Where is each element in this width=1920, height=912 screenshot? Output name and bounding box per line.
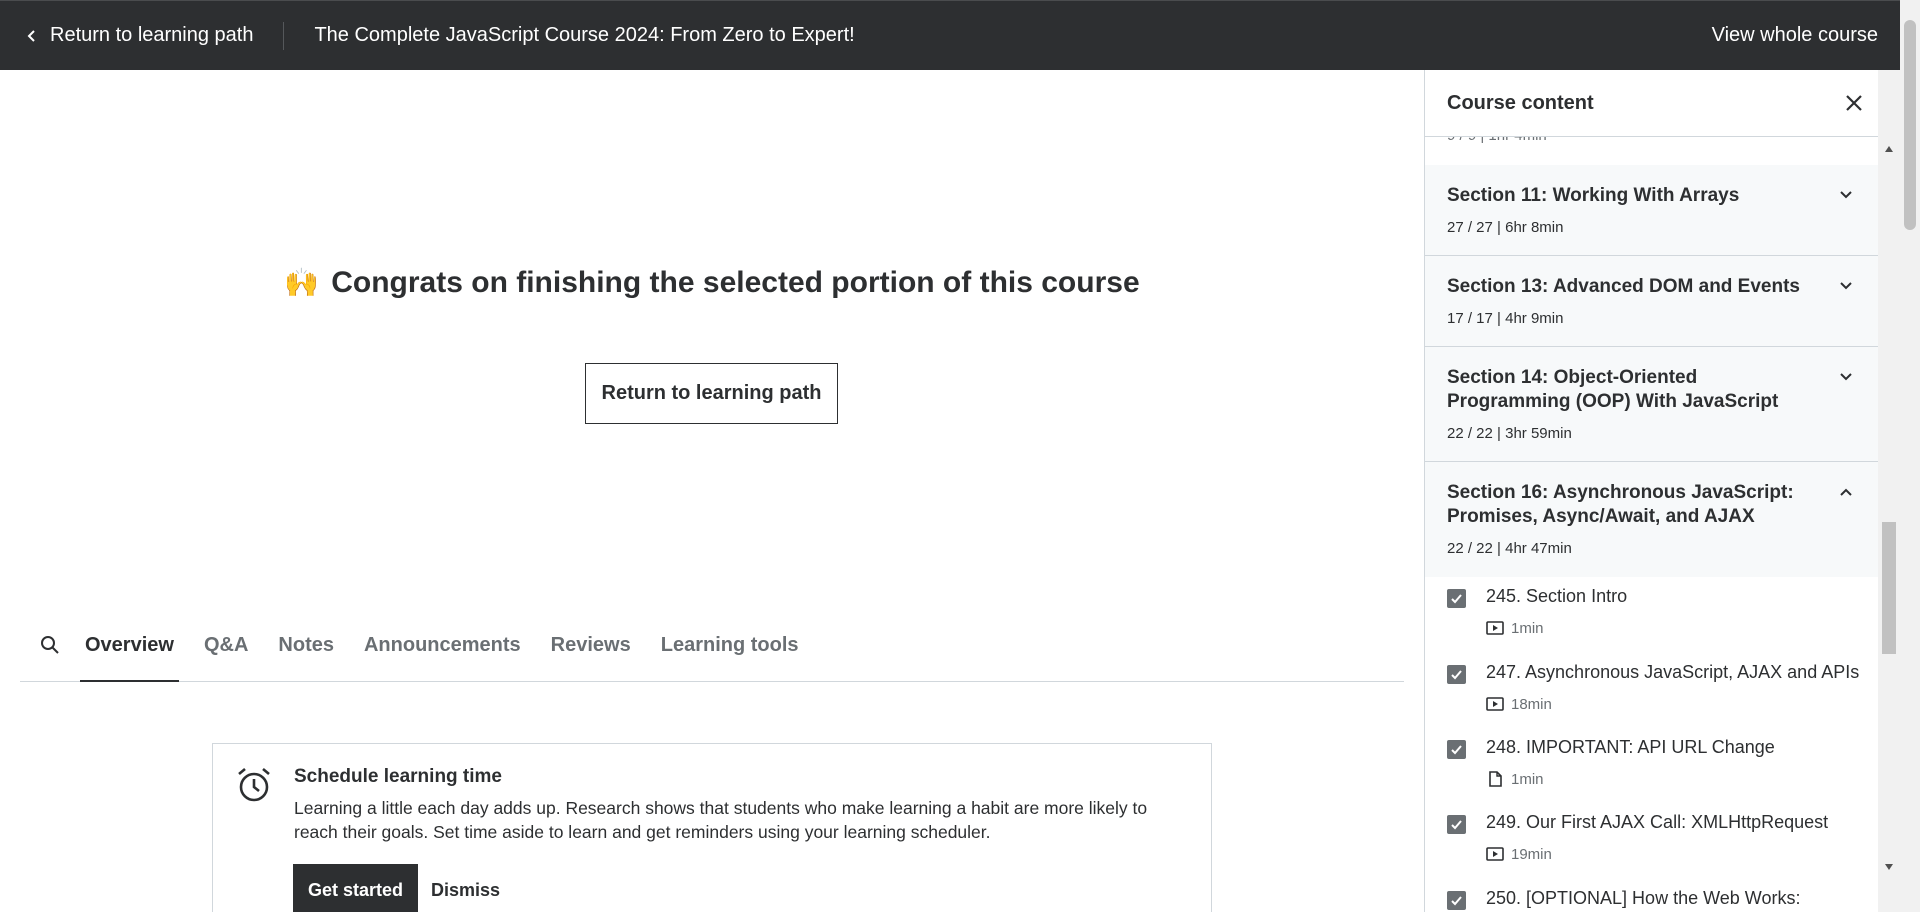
search-icon [41, 636, 59, 654]
sidebar-scroll-thumb[interactable] [1882, 522, 1896, 654]
lecture-title: 248. IMPORTANT: API URL Change [1486, 737, 1775, 757]
lecture-title: 250. [OPTIONAL] How the Web Works: [1486, 888, 1801, 908]
section-meta: 27 / 27 | 6hr 8min [1447, 219, 1564, 236]
return-to-learning-path-button[interactable]: Return to learning path [585, 363, 838, 424]
get-started-button[interactable]: Get started [293, 864, 418, 912]
scroll-down-arrow-icon[interactable] [1885, 864, 1893, 870]
video-icon [1486, 697, 1504, 711]
check-icon [1451, 896, 1462, 906]
tab-reviews[interactable]: Reviews [546, 609, 636, 681]
tab-overview[interactable]: Overview [80, 609, 179, 682]
lecture-item[interactable]: 245. Section Intro 1min [1425, 577, 1878, 653]
sidebar-title: Course content [1447, 92, 1594, 114]
view-whole-course-link[interactable]: View whole course [1712, 24, 1878, 47]
section-13[interactable]: Section 13: Advanced DOM and Events 17 /… [1425, 256, 1878, 347]
dismiss-button[interactable]: Dismiss [431, 864, 500, 912]
main-content: 🙌 Congrats on finishing the selected port… [0, 70, 1424, 912]
tab-announcements[interactable]: Announcements [359, 609, 526, 681]
tab-search[interactable] [20, 609, 80, 681]
course-tabs: Overview Q&A Notes Announcements Reviews… [20, 610, 1404, 682]
chevron-down-icon [1840, 373, 1852, 381]
page-scroll-thumb[interactable] [1904, 20, 1916, 230]
chevron-up-icon [1840, 488, 1852, 496]
sidebar-header: Course content [1425, 70, 1878, 137]
raising-hands-icon: 🙌 [284, 267, 320, 298]
schedule-title: Schedule learning time [294, 766, 502, 787]
lecture-checkbox[interactable] [1447, 815, 1466, 834]
return-to-learning-path-link[interactable]: Return to learning path [0, 1, 283, 70]
section-title: Section 16: Asynchronous JavaScript: Pro… [1447, 482, 1794, 527]
header-divider [283, 21, 285, 50]
tab-learning-tools[interactable]: Learning tools [656, 609, 804, 681]
lecture-checkbox[interactable] [1447, 589, 1466, 608]
lecture-item[interactable]: 247. Asynchronous JavaScript, AJAX and A… [1425, 653, 1878, 729]
tab-qa[interactable]: Q&A [199, 609, 253, 681]
page-scrollbar[interactable] [1900, 0, 1920, 912]
section-title: Section 11: Working With Arrays [1447, 185, 1740, 206]
schedule-learning-card: Schedule learning time Learning a little… [212, 743, 1212, 912]
lecture-item[interactable]: 248. IMPORTANT: API URL Change 1min [1425, 728, 1878, 804]
lecture-item[interactable]: 250. [OPTIONAL] How the Web Works: [1425, 879, 1878, 912]
document-icon [1489, 771, 1502, 787]
section-11[interactable]: Section 11: Working With Arrays 27 / 27 … [1425, 165, 1878, 256]
section-title: Section 14: Object-Oriented Programming … [1447, 367, 1779, 412]
section-meta: 22 / 22 | 4hr 47min [1447, 540, 1572, 557]
scroll-up-arrow-icon[interactable] [1885, 146, 1893, 152]
lecture-duration: 1min [1511, 771, 1544, 788]
lecture-title: 245. Section Intro [1486, 586, 1628, 606]
alarm-clock-icon [238, 768, 270, 802]
section-16[interactable]: Section 16: Asynchronous JavaScript: Pro… [1425, 462, 1878, 577]
section-title: Section 13: Advanced DOM and Events [1447, 276, 1800, 297]
chevron-down-icon [1840, 191, 1852, 199]
chevron-left-icon [27, 29, 35, 42]
lecture-checkbox[interactable] [1447, 740, 1466, 759]
lecture-duration: 1min [1511, 620, 1544, 637]
chevron-down-icon [1840, 282, 1852, 290]
section-meta: 17 / 17 | 4hr 9min [1447, 310, 1564, 327]
lecture-title: 247. Asynchronous JavaScript, AJAX and A… [1486, 662, 1860, 682]
lecture-duration: 19min [1511, 846, 1552, 863]
course-content-sidebar: 9 / 9 | 1hr 4min Course content Section … [1424, 70, 1878, 912]
check-icon [1451, 670, 1462, 680]
lecture-title: 249. Our First AJAX Call: XMLHttpRequest [1486, 812, 1829, 832]
section-14[interactable]: Section 14: Object-Oriented Programming … [1425, 347, 1878, 462]
close-icon[interactable] [1843, 92, 1865, 114]
lecture-item[interactable]: 249. Our First AJAX Call: XMLHttpRequest… [1425, 803, 1878, 879]
top-header: Return to learning path The Complete Jav… [0, 0, 1920, 70]
congrats-text: Congrats on finishing the selected porti… [331, 266, 1140, 299]
course-title[interactable]: The Complete JavaScript Course 2024: Fro… [314, 24, 854, 47]
video-icon [1486, 621, 1504, 635]
lecture-checkbox[interactable] [1447, 665, 1466, 684]
congrats-heading: 🙌 Congrats on finishing the selected port… [0, 266, 1424, 300]
check-icon [1451, 745, 1462, 755]
schedule-description: Learning a little each day adds up. Rese… [294, 798, 1148, 842]
lecture-duration: 18min [1511, 696, 1552, 713]
check-icon [1451, 820, 1462, 830]
section-meta: 22 / 22 | 3hr 59min [1447, 425, 1572, 442]
tab-notes[interactable]: Notes [273, 609, 339, 681]
return-link-label: Return to learning path [50, 24, 254, 46]
check-icon [1451, 594, 1462, 604]
sidebar-scrollbar[interactable] [1878, 70, 1900, 912]
lecture-checkbox[interactable] [1447, 891, 1466, 910]
video-icon [1486, 847, 1504, 861]
